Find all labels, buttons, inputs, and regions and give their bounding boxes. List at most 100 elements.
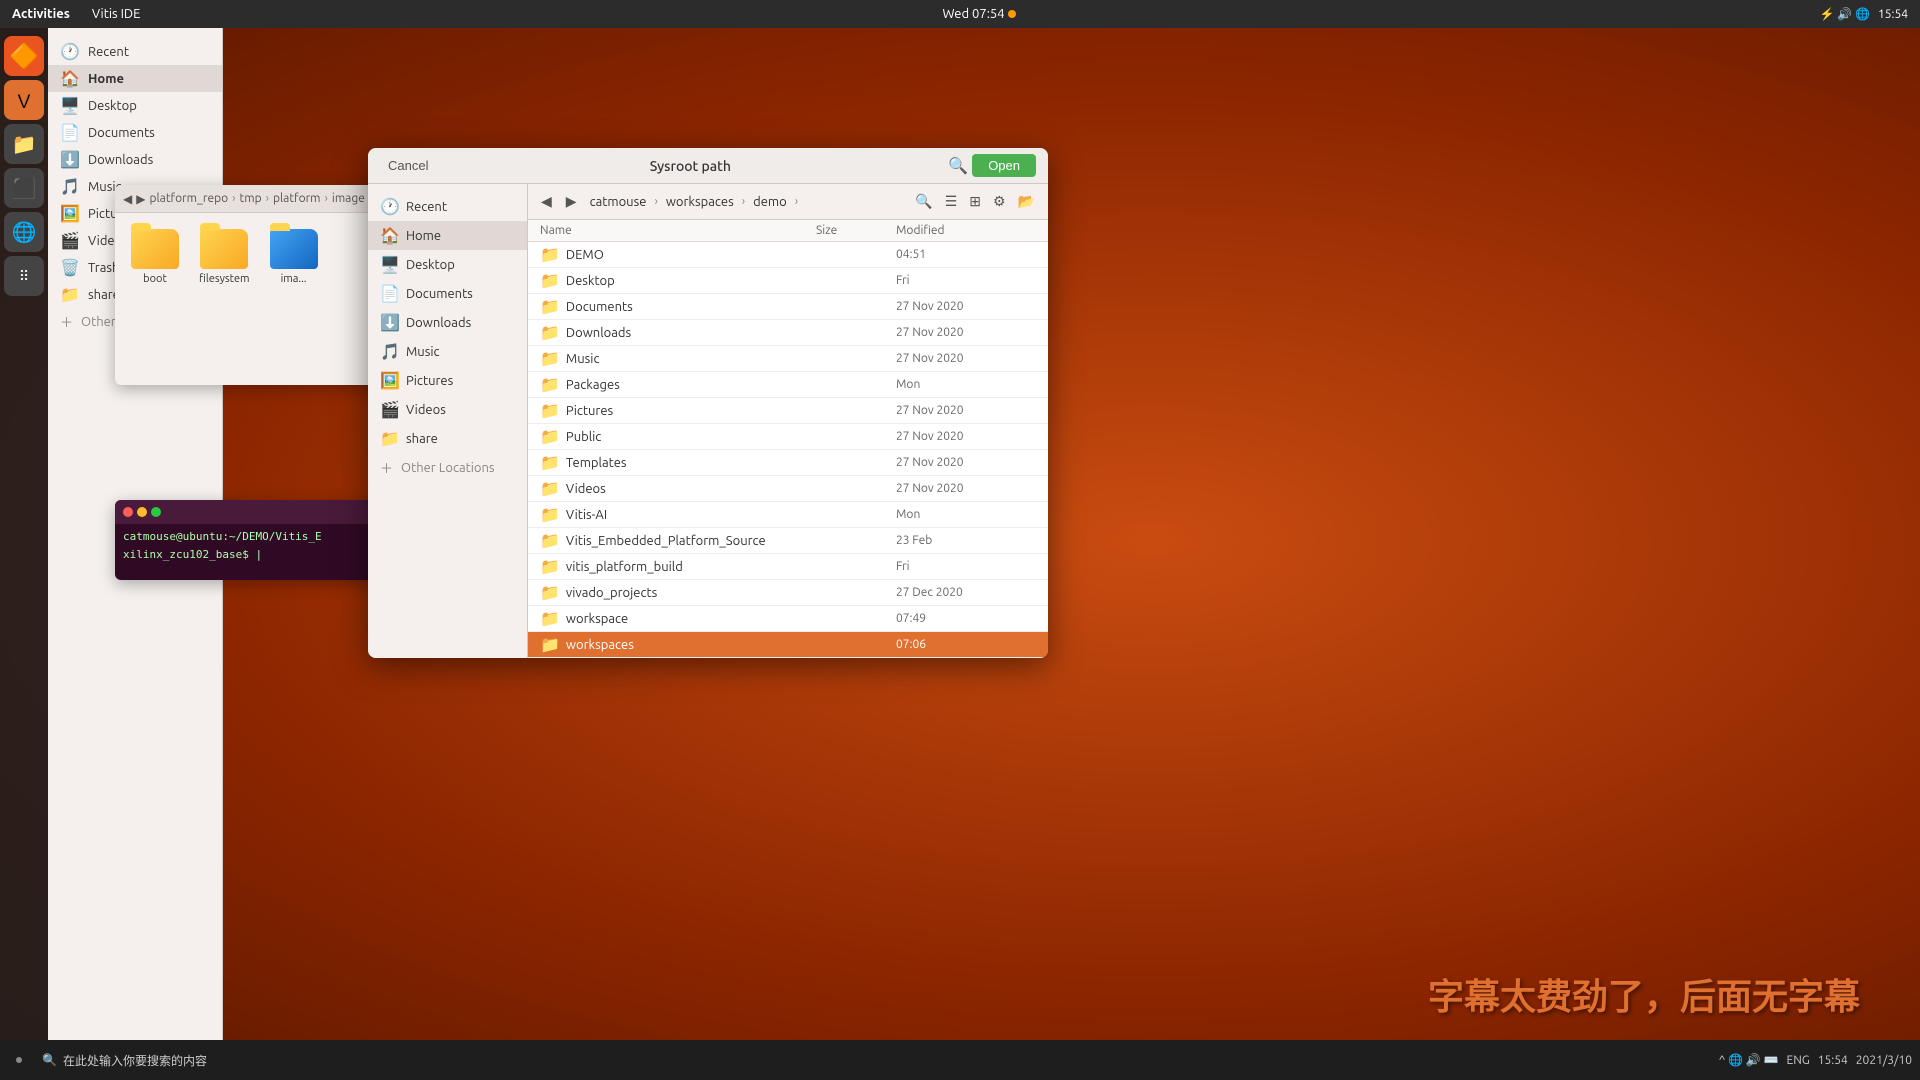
fc-file-icon-7: 📁 [540, 427, 560, 446]
fc-header-size: Size [816, 224, 896, 237]
fc-grid-view-button[interactable]: ⊞ [964, 190, 986, 213]
fc-share-icon: 📁 [380, 429, 398, 448]
fc-settings-button[interactable]: ⚙ [988, 190, 1011, 213]
fc-share-label: share [406, 432, 438, 446]
fc-list-view-button[interactable]: ☰ [940, 190, 963, 213]
fc-file-name-6: 📁 Pictures [540, 401, 816, 420]
fc-breadcrumb-workspaces[interactable]: workspaces [662, 193, 738, 211]
fc-home-label: Home [406, 229, 441, 243]
fc-recent-icon: 🕐 [380, 197, 398, 216]
fc-sidebar-desktop[interactable]: 🖥️ Desktop [368, 250, 527, 279]
fc-file-modified-10: Mon [896, 508, 1036, 521]
fc-file-label-0: DEMO [566, 248, 604, 262]
fc-downloads-icon: ⬇️ [380, 313, 398, 332]
fc-title: Sysroot path [436, 158, 944, 174]
fc-desktop-label: Desktop [406, 258, 455, 272]
fc-sidebar-downloads[interactable]: ⬇️ Downloads [368, 308, 527, 337]
fc-file-list: Name Size Modified 📁 DEMO 04:51 📁 Deskto… [528, 220, 1048, 658]
fc-search-toggle-button[interactable]: 🔍 [910, 190, 937, 213]
fc-sep-1: › [654, 195, 657, 208]
fc-file-label-13: vivado_projects [566, 586, 657, 600]
fc-file-icon-8: 📁 [540, 453, 560, 472]
fc-file-modified-6: 27 Nov 2020 [896, 404, 1036, 417]
fc-documents-label: Documents [406, 287, 473, 301]
fc-open-button[interactable]: Open [972, 154, 1036, 177]
fc-header-modified: Modified [896, 224, 1036, 237]
fc-file-row-14[interactable]: 📁 workspace 07:49 [528, 606, 1048, 632]
fc-cancel-button[interactable]: Cancel [380, 154, 436, 177]
fc-file-modified-13: 27 Dec 2020 [896, 586, 1036, 599]
fc-file-label-4: Music [566, 352, 600, 366]
file-chooser-dialog: Cancel Sysroot path 🔍 Open 🕐 Recent 🏠 Ho… [368, 148, 1048, 658]
fc-file-icon-9: 📁 [540, 479, 560, 498]
fc-right-buttons: 🔍 ☰ ⊞ ⚙ 📂 [910, 190, 1040, 213]
fc-file-row-5[interactable]: 📁 Packages Mon [528, 372, 1048, 398]
fc-sidebar-share[interactable]: 📁 share [368, 424, 527, 453]
fc-file-row-15[interactable]: 📁 workspaces 07:06 [528, 632, 1048, 658]
fc-file-row-8[interactable]: 📁 Templates 27 Nov 2020 [528, 450, 1048, 476]
fc-new-folder-button[interactable]: 📂 [1013, 190, 1040, 213]
fc-file-row-9[interactable]: 📁 Videos 27 Nov 2020 [528, 476, 1048, 502]
fc-file-row-11[interactable]: 📁 Vitis_Embedded_Platform_Source 23 Feb [528, 528, 1048, 554]
fc-file-icon-13: 📁 [540, 583, 560, 602]
fc-nav-forward-button[interactable]: ▶ [561, 191, 582, 212]
fc-sidebar-home[interactable]: 🏠 Home [368, 221, 527, 250]
fc-file-row-12[interactable]: 📁 vitis_platform_build Fri [528, 554, 1048, 580]
fc-file-name-12: 📁 vitis_platform_build [540, 557, 816, 576]
fc-main-panel: ◀ ▶ catmouse › workspaces › demo › 🔍 ☰ ⊞… [528, 184, 1048, 658]
fc-search-button[interactable]: 🔍 [944, 152, 972, 180]
fc-file-name-13: 📁 vivado_projects [540, 583, 816, 602]
fc-file-row-2[interactable]: 📁 Documents 27 Nov 2020 [528, 294, 1048, 320]
fc-music-icon: 🎵 [380, 342, 398, 361]
fc-body: 🕐 Recent 🏠 Home 🖥️ Desktop 📄 Documents ⬇… [368, 184, 1048, 658]
fc-music-label: Music [406, 345, 440, 359]
fc-titlebar: Cancel Sysroot path 🔍 Open [368, 148, 1048, 184]
fc-file-icon-2: 📁 [540, 297, 560, 316]
fc-file-icon-6: 📁 [540, 401, 560, 420]
fc-file-name-15: 📁 workspaces [540, 635, 816, 654]
fc-pictures-icon: 🖼️ [380, 371, 398, 390]
fc-downloads-label: Downloads [406, 316, 471, 330]
fc-file-modified-7: 27 Nov 2020 [896, 430, 1036, 443]
fc-file-row-4[interactable]: 📁 Music 27 Nov 2020 [528, 346, 1048, 372]
fc-file-row-0[interactable]: 📁 DEMO 04:51 [528, 242, 1048, 268]
fc-file-label-10: Vitis-AI [566, 508, 607, 522]
fc-file-modified-14: 07:49 [896, 612, 1036, 625]
fc-sep-3: › [795, 195, 798, 208]
fc-file-label-5: Packages [566, 378, 620, 392]
fc-file-name-9: 📁 Videos [540, 479, 816, 498]
fc-sidebar-music[interactable]: 🎵 Music [368, 337, 527, 366]
fc-file-icon-14: 📁 [540, 609, 560, 628]
fc-file-label-12: vitis_platform_build [566, 560, 683, 574]
fc-sidebar-other-locations[interactable]: ＋ Other Locations [368, 453, 527, 482]
fc-videos-icon: 🎬 [380, 400, 398, 419]
fc-file-name-11: 📁 Vitis_Embedded_Platform_Source [540, 531, 816, 550]
fc-file-row-3[interactable]: 📁 Downloads 27 Nov 2020 [528, 320, 1048, 346]
fc-file-icon-10: 📁 [540, 505, 560, 524]
fc-sidebar: 🕐 Recent 🏠 Home 🖥️ Desktop 📄 Documents ⬇… [368, 184, 528, 658]
fc-list-header: Name Size Modified [528, 220, 1048, 242]
fc-nav-back-button[interactable]: ◀ [536, 191, 557, 212]
fc-sidebar-videos[interactable]: 🎬 Videos [368, 395, 527, 424]
fc-file-label-2: Documents [566, 300, 633, 314]
fc-file-label-1: Desktop [566, 274, 615, 288]
fc-file-row-6[interactable]: 📁 Pictures 27 Nov 2020 [528, 398, 1048, 424]
fc-file-name-2: 📁 Documents [540, 297, 816, 316]
fc-file-row-13[interactable]: 📁 vivado_projects 27 Dec 2020 [528, 580, 1048, 606]
fc-file-row-7[interactable]: 📁 Public 27 Nov 2020 [528, 424, 1048, 450]
fc-file-row-10[interactable]: 📁 Vitis-AI Mon [528, 502, 1048, 528]
fc-file-name-14: 📁 workspace [540, 609, 816, 628]
fc-sidebar-pictures[interactable]: 🖼️ Pictures [368, 366, 527, 395]
fc-sidebar-documents[interactable]: 📄 Documents [368, 279, 527, 308]
fc-file-label-11: Vitis_Embedded_Platform_Source [566, 534, 766, 548]
fc-home-icon: 🏠 [380, 226, 398, 245]
fc-file-row-1[interactable]: 📁 Desktop Fri [528, 268, 1048, 294]
fc-file-icon-1: 📁 [540, 271, 560, 290]
fc-file-name-5: 📁 Packages [540, 375, 816, 394]
fc-breadcrumb-catmouse[interactable]: catmouse [586, 193, 651, 211]
fc-breadcrumb-demo[interactable]: demo [749, 193, 791, 211]
fc-sidebar-recent[interactable]: 🕐 Recent [368, 192, 527, 221]
fc-file-label-15: workspaces [566, 638, 634, 652]
fc-file-label-3: Downloads [566, 326, 631, 340]
fc-file-name-1: 📁 Desktop [540, 271, 816, 290]
